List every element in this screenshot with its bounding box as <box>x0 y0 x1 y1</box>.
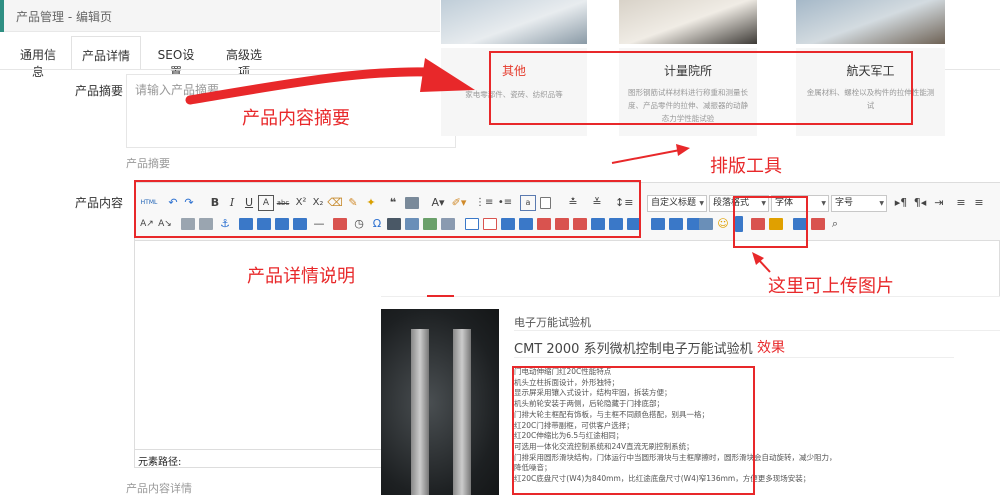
summary-arrowhead <box>420 58 475 92</box>
annotation-arrows <box>185 58 771 297</box>
summary-arrow <box>185 67 435 105</box>
toolbar-arrow <box>611 149 681 164</box>
toolbar-arrowhead <box>676 144 690 156</box>
